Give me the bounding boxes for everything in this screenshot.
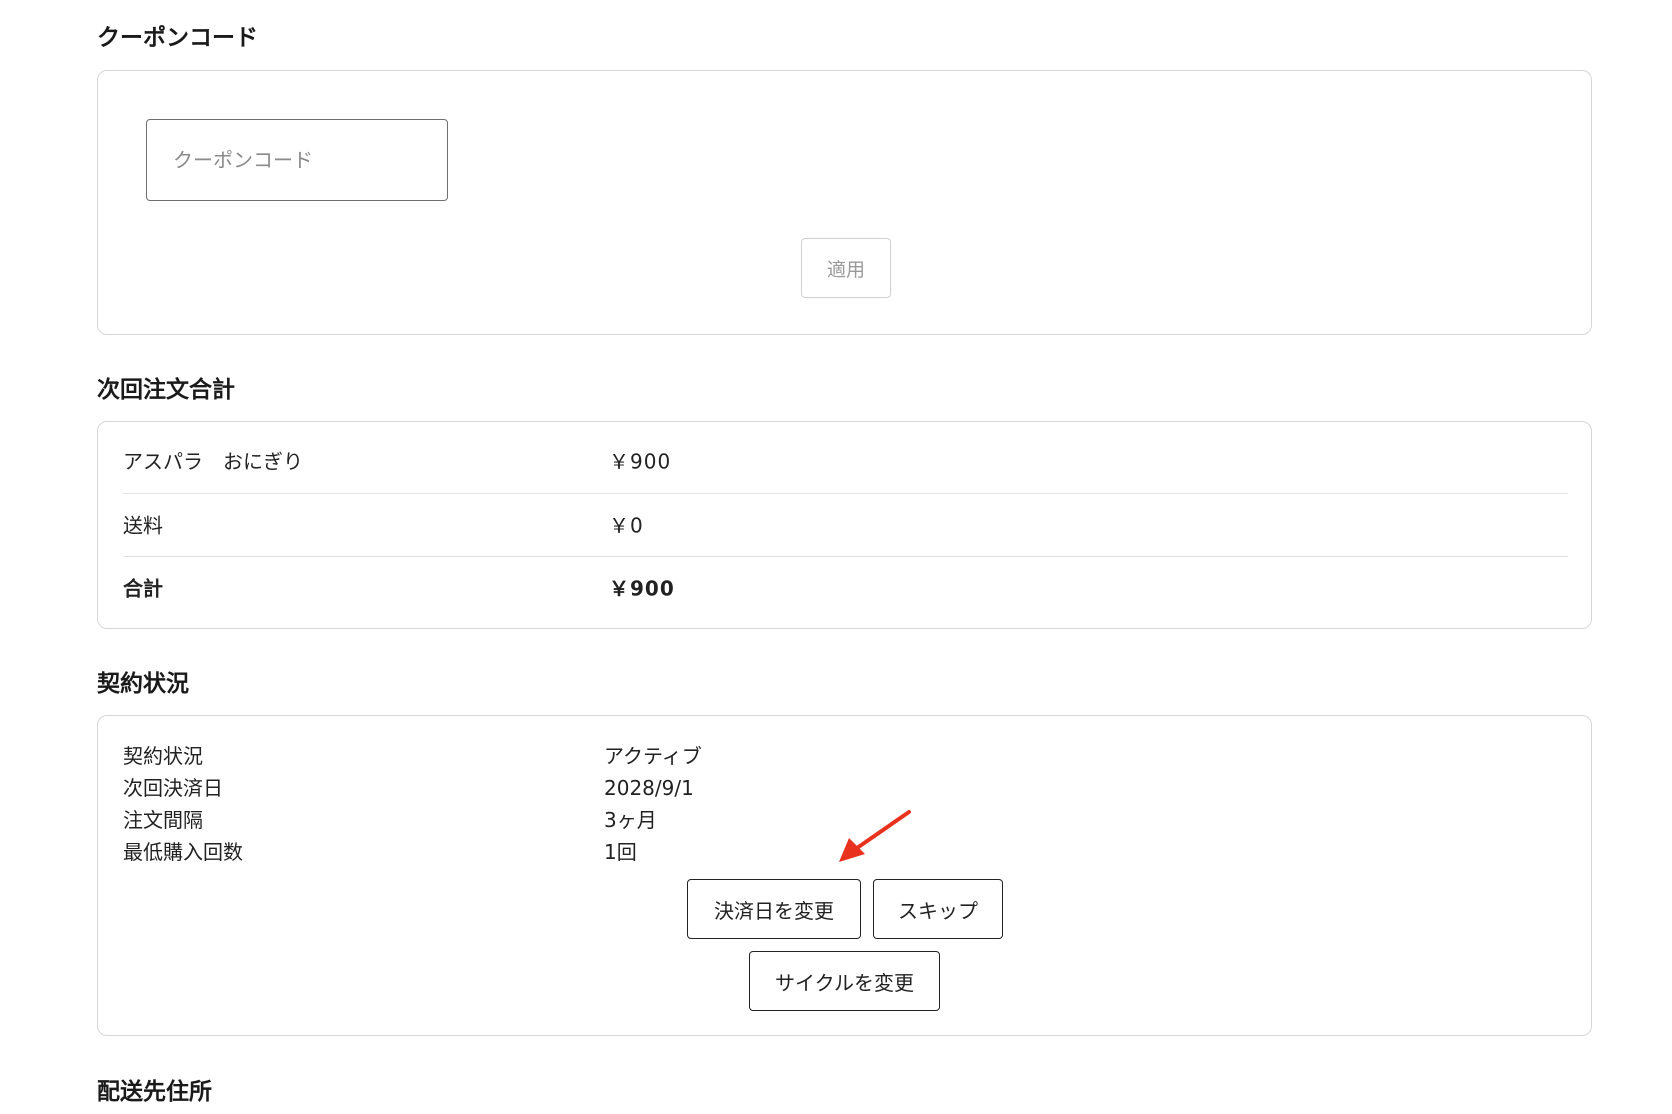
minimum-purchases-label: 最低購入回数: [123, 840, 243, 864]
skip-button[interactable]: スキップ: [873, 879, 1003, 939]
shipping-address-section-title: 配送先住所: [97, 1079, 212, 1105]
coupon-card: 適用: [97, 70, 1592, 335]
grand-total-row: 合計 ￥900: [123, 556, 1568, 618]
shipping-fee-row: 送料 ￥0: [123, 493, 1568, 555]
next-payment-date-value: 2028/9/1: [604, 776, 694, 800]
order-item-price: ￥900: [609, 449, 672, 474]
order-item-row: アスパラ おにぎり ￥900: [123, 429, 1568, 491]
contract-section-title: 契約状況: [97, 671, 189, 697]
apply-coupon-button[interactable]: 適用: [801, 238, 891, 298]
order-interval-label: 注文間隔: [123, 808, 203, 832]
change-cycle-button[interactable]: サイクルを変更: [749, 951, 940, 1011]
grand-total-label: 合計: [123, 576, 163, 601]
coupon-section-title: クーポンコード: [97, 25, 258, 51]
change-payment-date-button[interactable]: 決済日を変更: [687, 879, 861, 939]
coupon-code-input[interactable]: [146, 119, 448, 201]
annotation-arrow-icon: [839, 810, 911, 862]
contract-card: 契約状況 アクティブ 次回決済日 2028/9/1 注文間隔 3ヶ月 最低購入回…: [97, 715, 1592, 1036]
grand-total-value: ￥900: [609, 576, 675, 601]
shipping-fee-label: 送料: [123, 513, 163, 538]
order-interval-value: 3ヶ月: [604, 808, 657, 832]
order-total-card: アスパラ おにぎり ￥900 送料 ￥0 合計 ￥900: [97, 421, 1592, 629]
contract-status-value: アクティブ: [604, 744, 702, 768]
minimum-purchases-value: 1回: [604, 840, 637, 864]
order-item-name: アスパラ おにぎり: [123, 449, 303, 474]
contract-status-label: 契約状況: [123, 744, 203, 768]
order-total-section-title: 次回注文合計: [97, 377, 235, 403]
next-payment-date-label: 次回決済日: [123, 776, 223, 800]
shipping-fee-value: ￥0: [609, 513, 644, 538]
